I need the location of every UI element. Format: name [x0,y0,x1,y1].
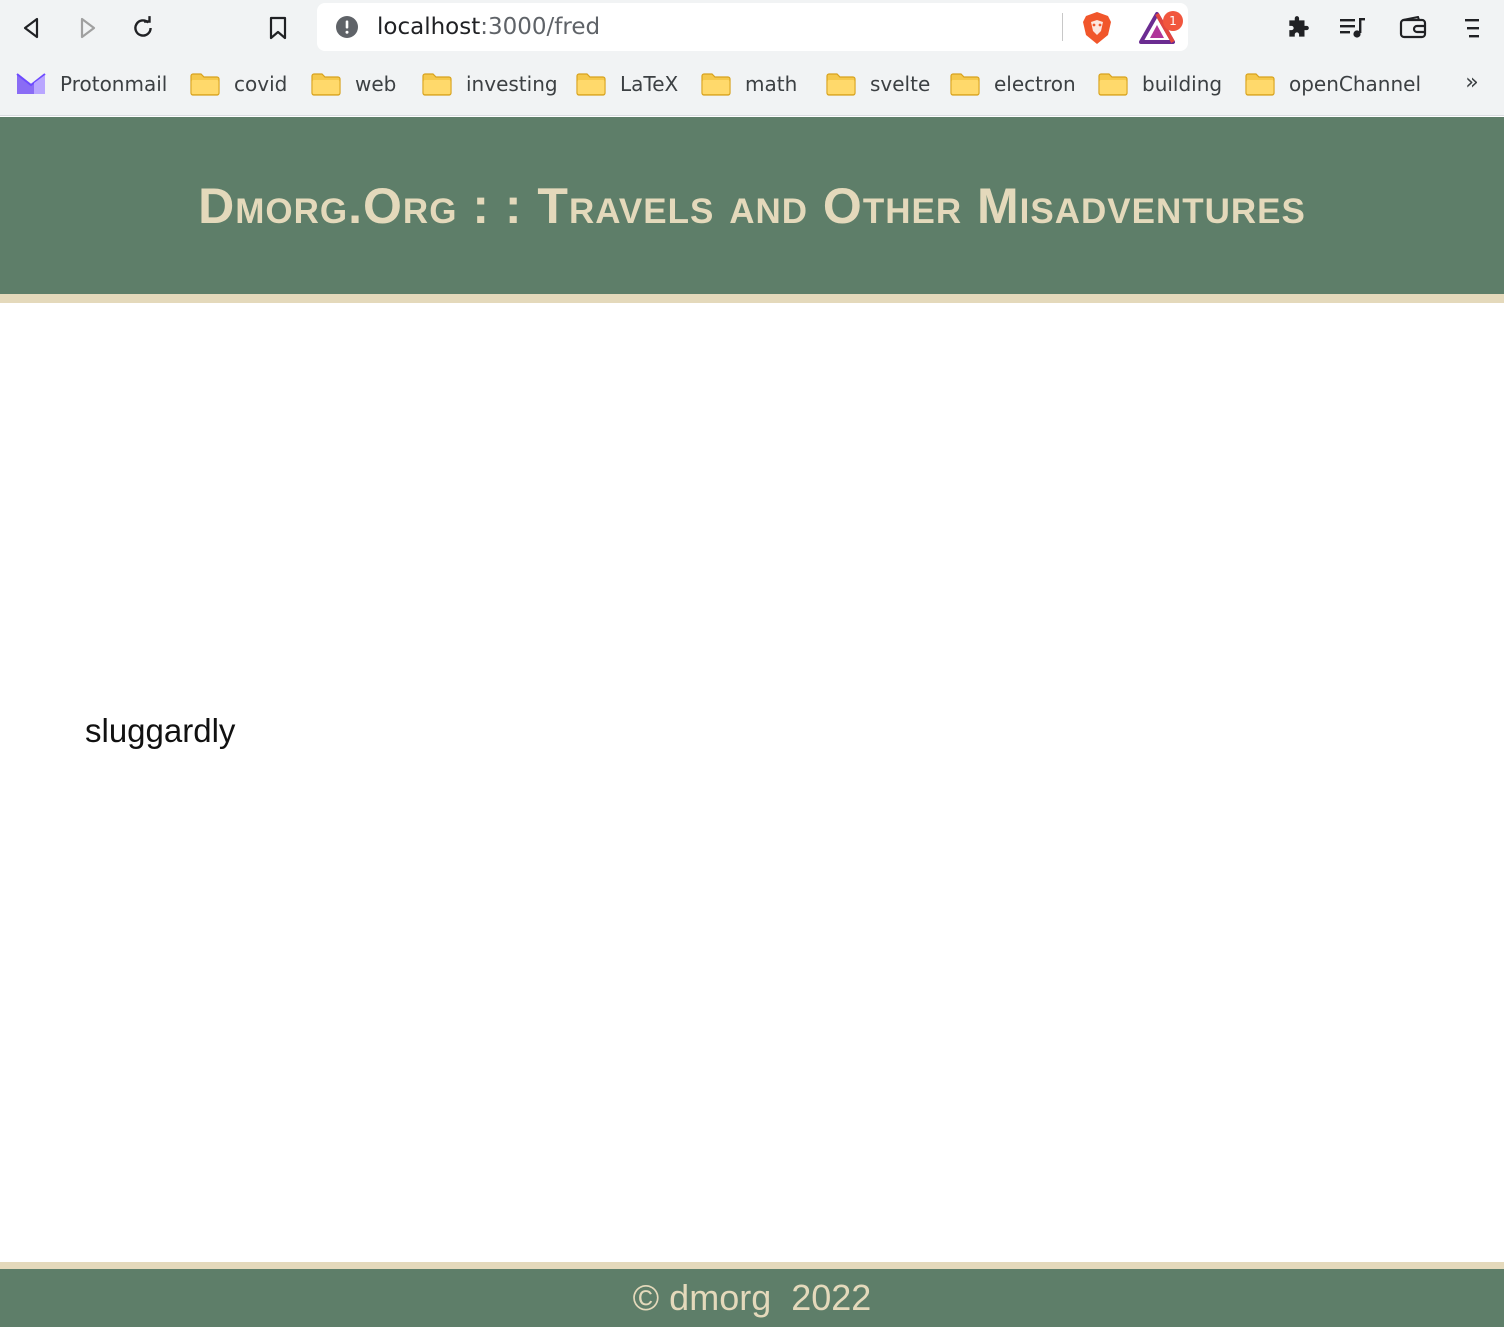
bookmark-folder-covid[interactable]: covid [190,68,287,100]
bookmark-label: electron [994,72,1076,96]
url-text[interactable]: localhost:3000/fred [377,14,600,40]
forward-button[interactable] [65,6,109,50]
content-text: sluggardly [85,712,236,749]
folder-icon [950,73,980,96]
main-menu-button[interactable] [1451,6,1495,50]
folder-icon [576,73,606,96]
folder-icon [701,73,731,96]
brave-shields-icon[interactable] [1081,11,1113,45]
reload-button[interactable] [121,6,165,50]
site-footer: © dmorg 2022 [0,1269,1504,1327]
bookmark-label: LaTeX [620,72,679,96]
bookmark-label: Protonmail [60,72,168,96]
bookmarks-bar: Protonmail covid web investing LaTeX mat… [0,56,1504,116]
bookmark-icon [269,16,287,40]
site-title: Dmorg.Org : : Travels and Other Misadven… [198,177,1306,234]
bookmark-folder-web[interactable]: web [311,68,396,100]
folder-icon [190,73,220,96]
folder-icon [1245,73,1275,96]
folder-icon [311,73,341,96]
bookmark-label: covid [234,72,288,96]
bookmark-folder-openchannel[interactable]: openChannel [1245,68,1421,100]
bookmark-folder-latex[interactable]: LaTeX [576,68,678,100]
bookmark-folder-electron[interactable]: electron [950,68,1076,100]
header-divider [0,294,1504,303]
copyright-text: © dmorg 2022 [632,1277,872,1318]
bookmark-folder-building[interactable]: building [1098,68,1222,100]
bookmark-page-button[interactable] [256,6,300,50]
protonmail-icon [16,73,46,94]
bookmark-label: openChannel [1289,72,1422,96]
forward-arrow-icon [80,17,96,39]
bookmark-label: svelte [870,72,931,96]
bookmark-label: investing [466,72,558,96]
site-header: Dmorg.Org : : Travels and Other Misadven… [0,117,1504,294]
bookmark-folder-svelte[interactable]: svelte [826,68,930,100]
wallet-icon [1399,16,1427,39]
browser-toolbar: localhost:3000/fred 1 [0,0,1504,56]
wallet-button[interactable] [1391,6,1435,50]
address-bar[interactable]: localhost:3000/fred 1 [317,3,1188,51]
media-queue-button[interactable] [1331,6,1375,50]
folder-icon [1098,73,1128,96]
folder-icon [422,73,452,96]
bookmark-folder-math[interactable]: math [701,68,797,100]
hamburger-menu-icon [1465,19,1479,38]
extensions-button[interactable] [1276,6,1320,50]
omnibox-divider [1062,13,1063,41]
reload-icon [134,16,152,37]
back-button[interactable] [10,6,54,50]
bookmark-folder-investing[interactable]: investing [422,68,558,100]
url-path: :3000/fred [480,14,601,40]
more-bookmarks-button[interactable]: » [1458,68,1486,100]
bookmark-label: web [355,72,397,96]
playlist-icon [1340,18,1365,38]
bookmark-protonmail[interactable]: Protonmail [16,68,167,100]
bookmark-label: math [745,72,798,96]
puzzle-icon [1289,16,1309,37]
footer-divider [0,1262,1504,1269]
brave-rewards-button[interactable]: 1 [1139,11,1183,45]
back-arrow-icon [23,17,39,39]
bookmark-label: building [1142,72,1223,96]
url-host: localhost [377,14,481,40]
folder-icon [826,73,856,96]
rewards-badge: 1 [1163,11,1183,31]
site-info-icon[interactable] [335,15,359,39]
